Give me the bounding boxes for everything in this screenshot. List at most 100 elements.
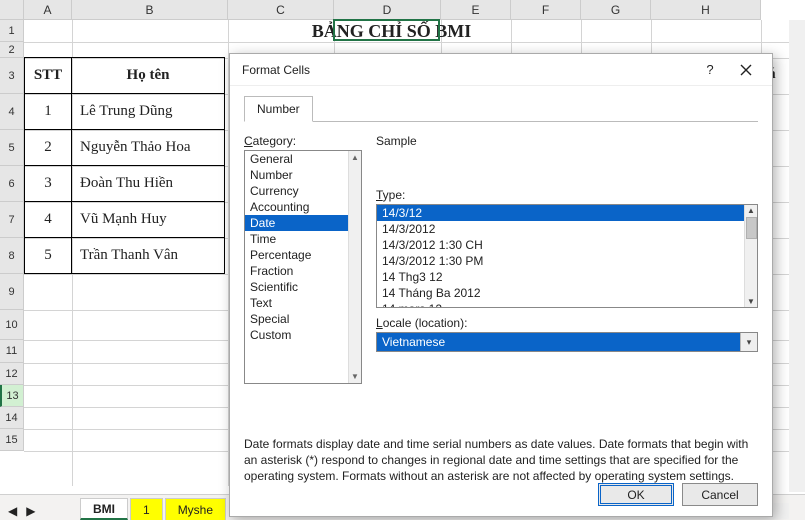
row-header[interactable]: 12 — [0, 363, 24, 385]
cell-name[interactable]: Đoàn Thu Hiền — [72, 166, 225, 202]
column-header[interactable]: G — [581, 0, 651, 20]
cell-name[interactable]: Vũ Mạnh Huy — [72, 202, 225, 238]
vertical-scrollbar[interactable] — [789, 20, 805, 492]
column-header[interactable]: H — [651, 0, 761, 20]
category-item[interactable]: Special — [245, 311, 348, 327]
dialog-tabs: Number — [244, 96, 758, 122]
row-header[interactable]: 1 — [0, 20, 24, 42]
row-header[interactable]: 2 — [0, 42, 24, 58]
cell-stt[interactable]: 2 — [25, 130, 72, 166]
category-item[interactable]: Date — [245, 215, 348, 231]
locale-value: Vietnamese — [377, 333, 740, 351]
sample-box — [376, 150, 758, 178]
row-header[interactable]: 9 — [0, 274, 24, 310]
dialog-titlebar[interactable]: Format Cells ? — [230, 54, 772, 86]
nav-prev-icon[interactable]: ◀ — [8, 504, 17, 518]
category-item[interactable]: Accounting — [245, 199, 348, 215]
row-header[interactable]: 3 — [0, 58, 24, 94]
type-item[interactable]: 14/3/12 — [377, 205, 744, 221]
row-header[interactable]: 4 — [0, 94, 24, 130]
cancel-button[interactable]: Cancel — [682, 483, 758, 506]
table-header-row[interactable]: STT Họ tên — [25, 58, 225, 94]
cell-name[interactable]: Trần Thanh Vân — [72, 238, 225, 274]
category-item[interactable]: General — [245, 151, 348, 167]
category-listbox[interactable]: GeneralNumberCurrencyAccountingDateTimeP… — [244, 150, 362, 384]
ok-button[interactable]: OK — [598, 483, 674, 506]
close-icon — [740, 64, 752, 76]
cell-stt[interactable]: 3 — [25, 166, 72, 202]
column-header[interactable]: D — [334, 0, 441, 20]
type-item[interactable]: 14 mars 12 — [377, 301, 744, 307]
column-header[interactable]: C — [228, 0, 334, 20]
type-item[interactable]: 14/3/2012 1:30 PM — [377, 253, 744, 269]
row-header[interactable]: 7 — [0, 202, 24, 238]
cell-name[interactable]: Lê Trung Dũng — [72, 94, 225, 130]
cell-stt[interactable]: 5 — [25, 238, 72, 274]
type-scrollbar[interactable]: ▲ ▼ — [744, 205, 757, 307]
row-header[interactable]: 13 — [0, 385, 24, 407]
format-cells-dialog: Format Cells ? Number Category: GeneralN… — [229, 53, 773, 517]
sheet-tab[interactable]: BMI — [80, 498, 128, 520]
row-header[interactable]: 14 — [0, 407, 24, 429]
locale-label: Locale (location): — [376, 316, 758, 330]
table-row[interactable]: 3Đoàn Thu Hiền — [25, 166, 225, 202]
category-item[interactable]: Percentage — [245, 247, 348, 263]
row-header[interactable]: 10 — [0, 310, 24, 340]
cell-name[interactable]: Nguyễn Thảo Hoa — [72, 130, 225, 166]
table-row[interactable]: 4Vũ Mạnh Huy — [25, 202, 225, 238]
cell-stt[interactable]: 1 — [25, 94, 72, 130]
select-all-corner[interactable] — [0, 0, 24, 20]
table-row[interactable]: 2Nguyễn Thảo Hoa — [25, 130, 225, 166]
sheet-tab[interactable]: 1 — [130, 498, 163, 520]
cell-stt[interactable]: 4 — [25, 202, 72, 238]
row-header[interactable]: 6 — [0, 166, 24, 202]
type-item[interactable]: 14/3/2012 1:30 CH — [377, 237, 744, 253]
sheet-tab[interactable]: Myshe — [165, 498, 226, 520]
column-header[interactable]: E — [441, 0, 511, 20]
category-item[interactable]: Text — [245, 295, 348, 311]
close-button[interactable] — [728, 56, 764, 84]
scroll-down-icon[interactable]: ▼ — [351, 370, 359, 383]
row-header[interactable]: 8 — [0, 238, 24, 274]
type-item[interactable]: 14 Thg3 12 — [377, 269, 744, 285]
category-item[interactable]: Scientific — [245, 279, 348, 295]
row-headers: 123456789101112131415 — [0, 20, 24, 451]
nav-next-icon[interactable]: ▶ — [26, 504, 35, 518]
type-label: Type: — [376, 188, 758, 202]
row-header[interactable]: 5 — [0, 130, 24, 166]
category-label: Category: — [244, 134, 362, 148]
column-headers: ABCDEFGH — [0, 0, 805, 20]
column-header[interactable]: A — [24, 0, 72, 20]
title-cell[interactable]: BẢNG CHỈ SỐ BMI — [24, 20, 759, 42]
scroll-up-icon[interactable]: ▲ — [351, 151, 359, 164]
category-item[interactable]: Custom — [245, 327, 348, 343]
type-item[interactable]: 14 Tháng Ba 2012 — [377, 285, 744, 301]
category-scrollbar[interactable]: ▲ ▼ — [348, 151, 361, 383]
header-stt[interactable]: STT — [25, 58, 72, 94]
dialog-title: Format Cells — [242, 63, 692, 77]
category-item[interactable]: Fraction — [245, 263, 348, 279]
column-header[interactable]: F — [511, 0, 581, 20]
help-button[interactable]: ? — [692, 56, 728, 84]
row-header[interactable]: 15 — [0, 429, 24, 451]
scroll-thumb[interactable] — [746, 217, 757, 239]
data-table[interactable]: STT Họ tên 1Lê Trung Dũng2Nguyễn Thảo Ho… — [24, 57, 225, 274]
scroll-up-icon[interactable]: ▲ — [747, 205, 755, 216]
sheet-nav-buttons[interactable]: ◀ ▶ — [8, 504, 35, 518]
scroll-down-icon[interactable]: ▼ — [747, 296, 755, 307]
sample-label: Sample — [376, 134, 758, 148]
column-header[interactable]: B — [72, 0, 228, 20]
tab-number[interactable]: Number — [244, 96, 313, 122]
category-item[interactable]: Currency — [245, 183, 348, 199]
chevron-down-icon[interactable]: ▾ — [740, 333, 757, 351]
table-row[interactable]: 5Trần Thanh Vân — [25, 238, 225, 274]
category-item[interactable]: Number — [245, 167, 348, 183]
description-text: Date formats display date and time seria… — [244, 436, 758, 485]
row-header[interactable]: 11 — [0, 340, 24, 363]
table-row[interactable]: 1Lê Trung Dũng — [25, 94, 225, 130]
category-item[interactable]: Time — [245, 231, 348, 247]
header-hoten[interactable]: Họ tên — [72, 58, 225, 94]
locale-combobox[interactable]: Vietnamese ▾ — [376, 332, 758, 352]
type-item[interactable]: 14/3/2012 — [377, 221, 744, 237]
type-listbox[interactable]: 14/3/1214/3/201214/3/2012 1:30 CH14/3/20… — [376, 204, 758, 308]
